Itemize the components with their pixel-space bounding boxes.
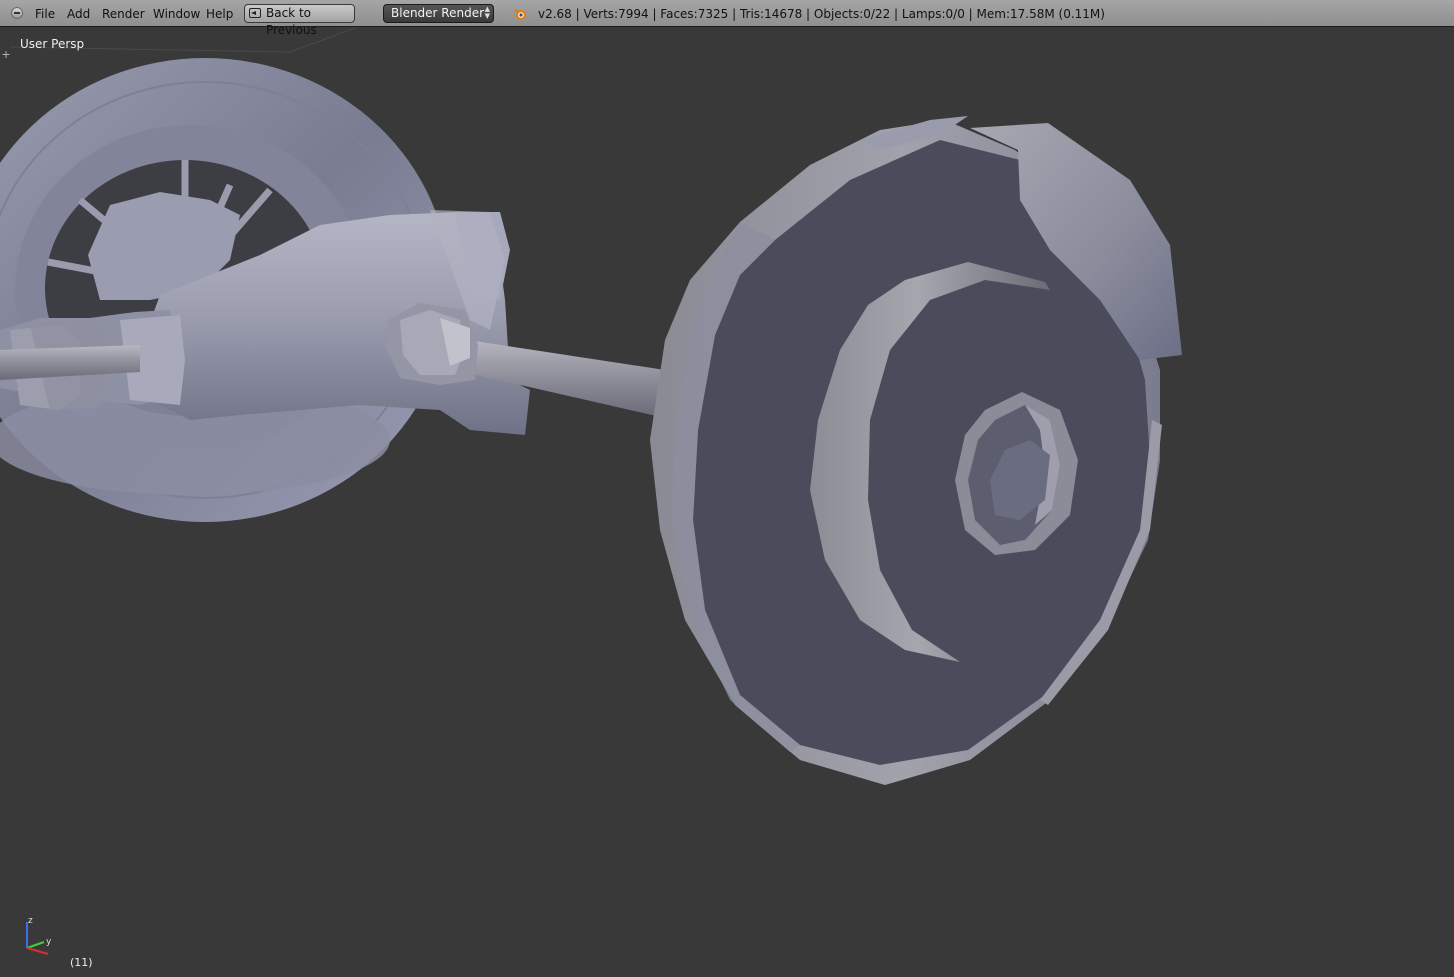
- back-to-previous-button[interactable]: Back to Previous: [244, 4, 355, 37]
- header-collapse-button[interactable]: [11, 7, 23, 19]
- render-engine-value: Blender Render: [391, 6, 485, 20]
- scene-render: [0, 27, 1182, 785]
- menu-help[interactable]: Help: [206, 7, 233, 21]
- right-wheel: [650, 116, 1182, 785]
- back-icon: [249, 8, 261, 18]
- axis-gizmo-icon: z y: [26, 916, 52, 955]
- blender-logo-icon: [513, 9, 526, 20]
- axis-y-label: y: [46, 937, 52, 947]
- menu-window[interactable]: Window: [153, 7, 200, 21]
- menu-add[interactable]: Add: [67, 7, 90, 21]
- render-engine-select[interactable]: Blender Render ▲ ▼: [383, 4, 494, 23]
- view-name-label: User Persp: [20, 37, 85, 51]
- scene-stats: v2.68 | Verts:7994 | Faces:7325 | Tris:1…: [538, 7, 1105, 21]
- axis-z-label: z: [28, 916, 33, 926]
- tool-shelf-expand-button[interactable]: +: [1, 49, 11, 60]
- menu-file[interactable]: File: [35, 7, 55, 21]
- current-frame-label: (11): [70, 956, 93, 969]
- menu-render[interactable]: Render: [102, 7, 145, 21]
- updown-arrows-icon: ▲ ▼: [484, 5, 490, 20]
- info-header: File Add Render Window Help Back to Prev…: [0, 0, 1454, 37]
